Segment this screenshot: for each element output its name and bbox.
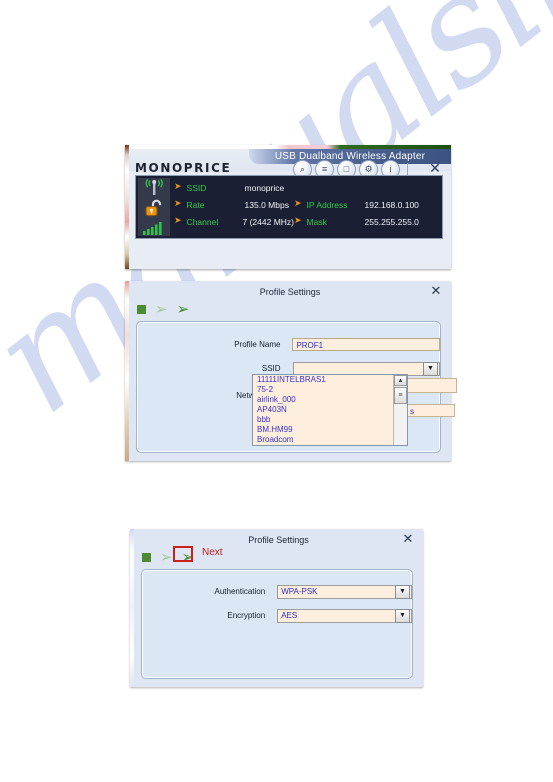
scroll-up-icon[interactable]: ▲	[394, 375, 407, 386]
value-rate: 135.0 Mbps	[244, 199, 289, 210]
antenna-signal-icon	[145, 179, 163, 196]
page-title: Profile Settings	[259, 287, 321, 297]
next-arrow-icon[interactable]: ➢	[177, 302, 190, 317]
label-authentication: Authentication	[214, 587, 266, 596]
chevron-down-icon[interactable]: ▼	[395, 584, 410, 599]
field-row-authentication: Authentication WPA-PSK ▼	[142, 584, 412, 599]
encryption-value: AES	[281, 611, 298, 620]
label-rate: Rate	[186, 199, 205, 210]
bullet-arrow-icon: ➤	[294, 199, 302, 209]
list-item[interactable]: 75-2	[253, 385, 407, 395]
status-cell-ip: ➤ IP Address 192.168.0.100	[294, 200, 419, 210]
stop-button[interactable]	[137, 305, 146, 314]
back-arrow-icon[interactable]: ➢	[160, 550, 173, 565]
window-left-edge-strip	[125, 145, 129, 269]
list-item[interactable]: BM.HM99	[253, 425, 407, 435]
label-mask: Mask	[306, 216, 327, 227]
label-ssid: SSID	[261, 364, 281, 373]
list-item[interactable]: Broadcom	[253, 435, 407, 445]
value-channel: 7 (2442 MHz)	[242, 216, 295, 227]
site-survey-glyph: ⌕	[299, 164, 306, 174]
next-button-highlight-box	[173, 546, 193, 562]
back-arrow-icon[interactable]: ➢	[155, 302, 168, 317]
status-cell-rate: ➤ Rate 135.0 Mbps	[174, 200, 294, 210]
bullet-arrow-icon: ➤	[174, 216, 182, 226]
value-mask: 255.255.255.0	[364, 216, 419, 227]
status-row-rate: ➤ Rate 135.0 Mbps ➤ IP Address 192.168.0…	[174, 196, 438, 213]
ssid-list-scrollbar[interactable]: ▲ ≡	[393, 375, 407, 445]
close-icon[interactable]: ✕	[401, 532, 415, 546]
list-item[interactable]: 11111INTELBRAS1	[253, 375, 407, 385]
authentication-combobox[interactable]: WPA-PSK ▼	[277, 584, 412, 599]
status-cell-ssid: ➤ SSID monoprice	[174, 183, 294, 193]
encryption-combobox[interactable]: AES ▼	[277, 608, 412, 623]
value-ssid: monoprice	[244, 182, 285, 193]
wizard-toolbar: ➢ ➢	[137, 302, 189, 317]
window-left-edge-strip	[125, 281, 129, 461]
profile-list-glyph: ≡	[321, 164, 328, 174]
profile-settings-window-security: Profile Settings ✕ ➢ ➢ Next Authenticati…	[130, 529, 423, 687]
profile-name-input[interactable]: PROF1	[292, 338, 440, 351]
statistics-glyph: □	[343, 164, 350, 174]
scrollbar-thumb[interactable]: ≡	[394, 387, 407, 404]
monoprice-logo: MONOPRICE	[135, 161, 232, 175]
label-ip-address: IP Address	[306, 199, 348, 210]
status-row-channel: ➤ Channel 7 (2442 MHz) ➤ Mask 255.255.25…	[174, 213, 438, 230]
next-annotation-label: Next	[202, 547, 223, 558]
window-left-edge-strip	[130, 529, 134, 687]
list-item[interactable]: AP403N	[253, 405, 407, 415]
bullet-arrow-icon: ➤	[294, 216, 302, 226]
bullet-arrow-icon: ➤	[174, 199, 182, 209]
label-profile-name: Profile Name	[234, 340, 281, 349]
status-row-ssid: ➤ SSID monoprice	[174, 179, 438, 196]
status-cell-channel: ➤ Channel 7 (2442 MHz)	[174, 217, 294, 227]
value-ip-address: 192.168.0.100	[364, 199, 419, 210]
list-item[interactable]: bbb	[253, 415, 407, 425]
security-form-panel: Authentication WPA-PSK ▼ Encryption AES …	[141, 569, 413, 679]
connection-status-panel: ➤ SSID monoprice ➤ Rate 135.0 Mbps ➤ IP …	[135, 175, 443, 239]
close-icon[interactable]: ✕	[427, 160, 443, 176]
profile-settings-window-ssid: Profile Settings ✕ ➢ ➢ Profile Name PROF…	[125, 281, 457, 461]
field-row-profile-name: Profile Name PROF1	[137, 337, 440, 352]
open-padlock-icon	[145, 199, 162, 217]
adapter-utility-window: USB Dualband Wireless Adapter MONOPRICE …	[125, 145, 451, 269]
chevron-down-icon[interactable]: ▼	[423, 361, 438, 376]
bullet-arrow-icon: ➤	[174, 182, 182, 192]
signal-bars-icon	[143, 221, 162, 235]
close-icon[interactable]: ✕	[429, 284, 443, 298]
advanced-settings-glyph: ⚙	[364, 164, 373, 174]
obscured-field-lower: s	[407, 404, 455, 417]
field-row-encryption: Encryption AES ▼	[142, 608, 412, 623]
authentication-value: WPA-PSK	[281, 587, 318, 596]
status-indicator-column	[138, 178, 170, 236]
ssid-dropdown-list[interactable]: 11111INTELBRAS1 75-2 airlink_000 AP403N …	[252, 374, 408, 446]
stop-button[interactable]	[142, 553, 151, 562]
label-channel: Channel	[186, 216, 219, 227]
obscured-field-upper	[407, 378, 457, 393]
label-ssid: SSID	[186, 182, 207, 193]
about-info-glyph: i	[389, 164, 392, 174]
profile-form-panel: Profile Name PROF1 SSID ▼ Network Type s…	[136, 321, 457, 453]
status-cell-mask: ➤ Mask 255.255.255.0	[294, 217, 419, 227]
label-encryption: Encryption	[227, 611, 266, 620]
status-grid: ➤ SSID monoprice ➤ Rate 135.0 Mbps ➤ IP …	[174, 179, 438, 235]
chevron-down-icon[interactable]: ▼	[395, 608, 410, 623]
list-item[interactable]: airlink_000	[253, 395, 407, 405]
